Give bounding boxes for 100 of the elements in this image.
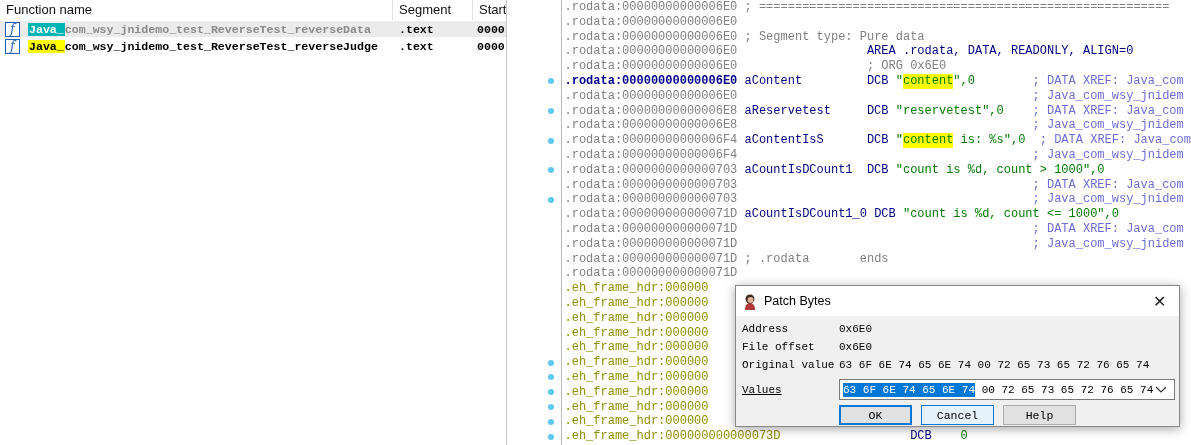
highlighted-text: Java_ [28, 22, 65, 36]
xref-comment: ; DATA XREF: Java_com [1032, 177, 1184, 193]
breakpoint-dot[interactable] [548, 107, 555, 114]
instruction-text: AREA .rodata, DATA, READONLY, ALIGN=0 [866, 44, 1134, 60]
breakpoint-dot[interactable] [548, 403, 555, 410]
dialog-button[interactable]: Cancel [921, 405, 994, 425]
label-name: aCountIsDCount1 [744, 162, 853, 177]
breakpoint-dot[interactable] [548, 418, 555, 425]
address-text: .eh_frame_hdr:000000 [564, 310, 709, 326]
field-value: 0x6E0 [839, 322, 873, 336]
field-value: 63 6F 6E 74 65 6E 74 00 72 65 73 65 72 76 65 74 [839, 358, 1151, 372]
field-value: 0x6E0 [839, 340, 873, 354]
function-icon: f [5, 21, 20, 37]
address-text: .rodata:00000000000006E0 [564, 0, 738, 15]
string-text: 0 [959, 429, 968, 444]
string-text: ",0 [953, 74, 975, 89]
highlighted-text: content [902, 133, 954, 148]
breakpoint-dot[interactable] [548, 137, 555, 144]
breakpoint-dot[interactable] [548, 389, 555, 396]
breakpoint-dot[interactable] [548, 167, 555, 174]
address-text: .rodata:0000000000000703 [564, 192, 738, 208]
column-header[interactable]: Function name [0, 0, 393, 20]
field-label: Address [742, 322, 790, 336]
start-cell-text: 0000 [476, 39, 506, 53]
xref-comment: ; Java_com_wsy_jnidem [1032, 147, 1184, 163]
string-text: " [895, 133, 903, 148]
address-text: .eh_frame_hdr:000000 [564, 325, 709, 341]
address-text: .rodata:00000000000006E0 [564, 29, 738, 45]
breakpoint-dot[interactable] [548, 433, 555, 440]
instruction-text: DCB [866, 162, 890, 178]
address-text: .rodata:00000000000006E0 [564, 14, 738, 30]
breakpoint-dot[interactable] [548, 78, 555, 85]
address-text: .eh_frame_hdr:000000 [564, 369, 709, 385]
segment-cell-text: .text [398, 22, 435, 36]
instruction-text: DCB [874, 207, 897, 222]
values-combo-box[interactable]: 63 6F 6E 74 65 6E 74 00 72 65 73 65 72 76 65 74 [839, 379, 1176, 400]
column-header[interactable]: Start [473, 0, 506, 20]
xref-comment: ; DATA XREF: Java_com [1039, 133, 1191, 148]
address-text: .rodata:0000000000000703 [564, 162, 738, 178]
field-label: File offset [742, 340, 816, 354]
dialog-button[interactable]: Help [1003, 405, 1076, 425]
address-text: .eh_frame_hdr:000000 [564, 399, 709, 415]
instruction-text: DCB [910, 429, 933, 444]
instruction-text: DCB [866, 74, 890, 89]
field-label: Values [742, 382, 783, 397]
label-name: aContent [744, 74, 803, 88]
address-text: .rodata:0000000000000703 [564, 177, 738, 193]
address-text: .rodata:00000000000006F4 [564, 147, 738, 163]
address-text: .eh_frame_hdr:000000 [564, 295, 709, 311]
comment-text: ; ORG 0x6E0 [866, 59, 947, 74]
address-text: .rodata:00000000000006E0 [564, 59, 738, 74]
address-text: .rodata:00000000000006F4 [564, 133, 738, 148]
address-text: .eh_frame_hdr:000000 [564, 281, 709, 296]
address-text: .rodata:00000000000006E8 [564, 118, 738, 134]
instruction-text: DCB [866, 103, 890, 119]
address-text: .rodata:00000000000006E0 [564, 44, 738, 60]
string-text: "count is %d, count > 1000",0 [895, 162, 1105, 178]
xref-comment: ; Java_com_wsy_jnidem [1032, 118, 1184, 134]
function-row[interactable]: f Java_com_wsy_jnidemo_test_ReverseTest_reverseData .text 0000 [0, 21, 506, 37]
address-text: .rodata:000000000000071D [564, 207, 738, 222]
start-cell-text: 0000 [476, 22, 506, 36]
address-text: .rodata:000000000000071D [564, 266, 738, 282]
string-text: "count is %d, count <= 1000",0 [902, 207, 1119, 222]
breakpoint-dot[interactable] [548, 196, 555, 203]
address-text: .rodata:000000000000071D [564, 236, 738, 252]
xref-comment: ; DATA XREF: Java_com [1032, 221, 1184, 237]
address-text: .rodata:00000000000006E8 [564, 103, 738, 119]
address-text: .rodata:000000000000071D [564, 221, 738, 237]
address-text: .rodata:00000000000006E0 [564, 74, 738, 89]
comment-text: ; ========================================================= [744, 0, 1170, 15]
address-text: .rodata:000000000000071D [564, 251, 738, 267]
xref-comment: ; DATA XREF: Java_com [1032, 103, 1184, 119]
xref-comment: ; Java_com_wsy_jnidem [1032, 192, 1184, 208]
address-text: .rodata:00000000000006E0 [564, 88, 738, 104]
xref-comment: ; Java_com_wsy_jnidem [1032, 236, 1184, 252]
column-header[interactable]: Segment [393, 0, 473, 20]
address-text: .eh_frame_hdr:000000 [564, 355, 709, 370]
address-text: .eh_frame_hdr:000000 [564, 384, 709, 400]
function-name: com_wsy_jnidemo_test_ReverseTest_reverseJudge [64, 39, 378, 53]
function-name: com_wsy_jnidemo_test_ReverseTest_reverseData [64, 22, 371, 36]
dialog-button[interactable]: OK [839, 405, 912, 425]
address-text: .eh_frame_hdr:000000000000073D [564, 429, 781, 444]
xref-comment: ; DATA XREF: Java_com [1032, 74, 1184, 89]
highlighted-text: Java_ [28, 39, 65, 53]
field-label: Original value [742, 358, 836, 372]
label-name: aCountIsDCount1_0 [744, 207, 867, 222]
comment-text: ; .rodata ends [744, 251, 889, 267]
label-name: aContentIsS [744, 133, 824, 148]
function-row[interactable]: f Java_com_wsy_jnidemo_test_ReverseTest_reverseJudge .text 0000 [0, 38, 506, 54]
instruction-text: DCB [866, 133, 890, 148]
address-text: .eh_frame_hdr:000000 [564, 414, 709, 430]
breakpoint-dot[interactable] [548, 359, 555, 366]
breakpoint-dot[interactable] [548, 374, 555, 381]
person-icon [742, 292, 758, 310]
highlighted-text: content [902, 74, 954, 89]
dialog-title: Patch Bytes [764, 294, 832, 308]
close-button[interactable]: ✕ [1147, 291, 1171, 311]
string-text: is: %s",0 [959, 133, 1026, 148]
xref-comment: ; Java_com_wsy_jnidem [1032, 88, 1184, 104]
comment-text: ; Segment type: Pure data [744, 29, 925, 45]
